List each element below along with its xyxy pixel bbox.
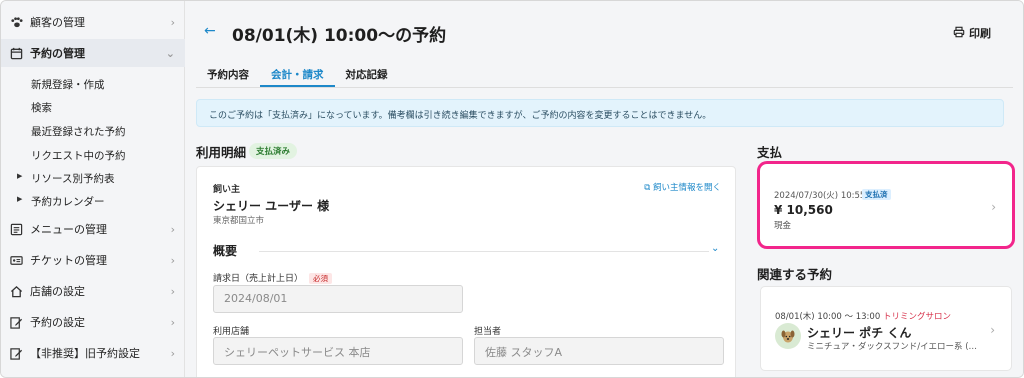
info-notice: このご予約は「支払済み」になっています。備考欄は引き続き編集できますが、ご予約の… — [196, 99, 1004, 127]
sidebar-item-reservations[interactable]: 予約の管理 ⌄ — [1, 39, 185, 67]
related-salon: トリミングサロン — [882, 312, 951, 322]
sidebar-item-label: 【非推奨】旧予約設定 — [30, 347, 140, 360]
status-badge: 支払済み — [249, 143, 298, 159]
tab-reservation-details[interactable]: 予約内容 — [196, 63, 260, 87]
chevron-right-icon: › — [170, 347, 175, 360]
paw-icon — [9, 15, 23, 29]
chevron-right-icon: › — [170, 16, 175, 29]
payment-amount: ¥ 10,560 — [774, 203, 833, 217]
related-time-line: 08/01(木) 10:00 〜 13:00 トリミングサロン — [775, 310, 951, 322]
sidebar-subitem-requests[interactable]: リクエスト中の予約 — [31, 148, 126, 163]
pet-breed: ミニチュア・ダックスフンド/イエロー系 (… — [807, 342, 978, 352]
chevron-right-icon: › — [170, 254, 175, 267]
payment-method: 現金 — [774, 221, 792, 231]
required-badge: 必須 — [309, 273, 333, 284]
external-link-icon: ⧉ — [644, 183, 651, 193]
app-window: 顧客の管理 › 予約の管理 ⌄ 新規登録・作成 検索 最近登録された予約 リクエ… — [0, 0, 1024, 378]
edit-icon — [9, 315, 23, 329]
payment-card[interactable]: 2024/07/30(火) 10:55 支払済 ¥ 10,560 現金 › — [757, 161, 1015, 249]
sidebar-item-legacy-settings[interactable]: 【非推奨】旧予約設定 › — [1, 339, 185, 367]
open-owner-link[interactable]: ⧉ 飼い主情報を開く — [644, 181, 721, 193]
printer-icon — [953, 26, 965, 41]
sidebar-item-menus[interactable]: メニューの管理 › — [1, 215, 185, 243]
page-title: 08/01(木) 10:00〜の予約 — [232, 26, 447, 46]
sidebar-subitem-search[interactable]: 検索 — [31, 100, 52, 115]
staff-label: 担当者 — [474, 327, 502, 337]
sidebar-item-label: メニューの管理 — [30, 223, 107, 236]
sidebar-item-store-settings[interactable]: 店舗の設定 › — [1, 277, 185, 305]
tab-divider — [196, 87, 1013, 88]
sidebar-subitem-resource-table[interactable]: ▶ リソース別予約表 — [17, 171, 115, 186]
sidebar-item-label: 顧客の管理 — [30, 16, 85, 29]
print-button[interactable]: 印刷 — [953, 25, 991, 41]
caret-right-icon: ▶ — [17, 172, 23, 180]
payment-datetime: 2024/07/30(火) 10:55 — [774, 191, 866, 201]
billing-date-field[interactable]: 2024/08/01 — [213, 285, 463, 313]
overview-divider — [259, 251, 709, 252]
owner-label: 飼い主 — [213, 185, 241, 195]
sidebar-subitem-label: 予約カレンダー — [31, 196, 105, 208]
sidebar-item-reservation-settings[interactable]: 予約の設定 › — [1, 308, 185, 336]
list-icon — [9, 222, 23, 236]
staff-field[interactable]: 佐藤 スタッフA — [474, 337, 724, 365]
sidebar-item-tickets[interactable]: チケットの管理 › — [1, 246, 185, 274]
payment-title: 支払 — [757, 145, 783, 160]
owner-address: 東京都国立市 — [213, 216, 265, 226]
billing-date-label: 請求日（売上計上日） 必須 — [213, 271, 333, 284]
chevron-right-icon: › — [990, 323, 995, 337]
billing-title: 利用明細 — [196, 145, 247, 160]
back-arrow-icon[interactable]: ← — [204, 23, 216, 39]
billing-card: 飼い主 ⧉ 飼い主情報を開く シェリー ユーザー 様 東京都国立市 概要 ⌄ 請… — [196, 166, 736, 377]
sidebar-item-customers[interactable]: 顧客の管理 › — [1, 8, 185, 36]
calendar-icon — [9, 46, 23, 60]
home-icon — [9, 284, 23, 298]
chevron-right-icon: › — [170, 285, 175, 298]
sidebar-subitem-label: リソース別予約表 — [31, 173, 115, 185]
sidebar-subitem-calendar[interactable]: ▶ 予約カレンダー — [17, 194, 105, 209]
chevron-right-icon: › — [170, 316, 175, 329]
tab-records[interactable]: 対応記録 — [335, 63, 399, 87]
print-label: 印刷 — [969, 27, 991, 40]
sidebar-subitem-new[interactable]: 新規登録・作成 — [31, 77, 105, 92]
related-time: 08/01(木) 10:00 〜 13:00 — [775, 312, 881, 322]
sidebar-item-label: 予約の管理 — [30, 47, 85, 60]
sidebar-subitem-recent[interactable]: 最近登録された予約 — [31, 124, 126, 139]
ticket-icon — [9, 253, 23, 267]
tab-bar: 予約内容 会計・請求 対応記録 — [196, 63, 399, 87]
caret-right-icon: ▶ — [17, 195, 23, 203]
chevron-right-icon: › — [991, 200, 996, 214]
related-reservation-card[interactable]: 08/01(木) 10:00 〜 13:00 トリミングサロン シェリー ポチ … — [760, 286, 1012, 371]
open-owner-label: 飼い主情報を開く — [652, 183, 721, 193]
payment-status-badge: 支払済 — [862, 189, 891, 200]
edit-icon — [9, 346, 23, 360]
tab-billing[interactable]: 会計・請求 — [260, 63, 335, 87]
chevron-down-icon: ⌄ — [165, 47, 175, 60]
billing-date-label-text: 請求日（売上計上日） — [213, 274, 304, 284]
sidebar-item-label: 予約の設定 — [30, 316, 85, 329]
overview-title: 概要 — [213, 244, 238, 258]
pet-avatar — [775, 323, 801, 349]
chevron-down-icon[interactable]: ⌄ — [711, 243, 719, 254]
sidebar-item-label: 店舗の設定 — [30, 285, 85, 298]
store-field[interactable]: シェリーペットサービス 本店 — [213, 337, 463, 365]
sidebar-item-label: チケットの管理 — [30, 254, 107, 267]
main-content: ← 08/01(木) 10:00〜の予約 印刷 予約内容 会計・請求 対応記録 … — [186, 1, 1023, 377]
sidebar: 顧客の管理 › 予約の管理 ⌄ 新規登録・作成 検索 最近登録された予約 リクエ… — [1, 1, 185, 377]
pet-name: シェリー ポチ くん — [807, 326, 912, 340]
related-title: 関連する予約 — [757, 267, 833, 282]
chevron-right-icon: › — [170, 223, 175, 236]
dog-icon — [781, 330, 795, 343]
owner-name: シェリー ユーザー 様 — [213, 199, 330, 213]
store-label: 利用店舗 — [213, 327, 250, 337]
